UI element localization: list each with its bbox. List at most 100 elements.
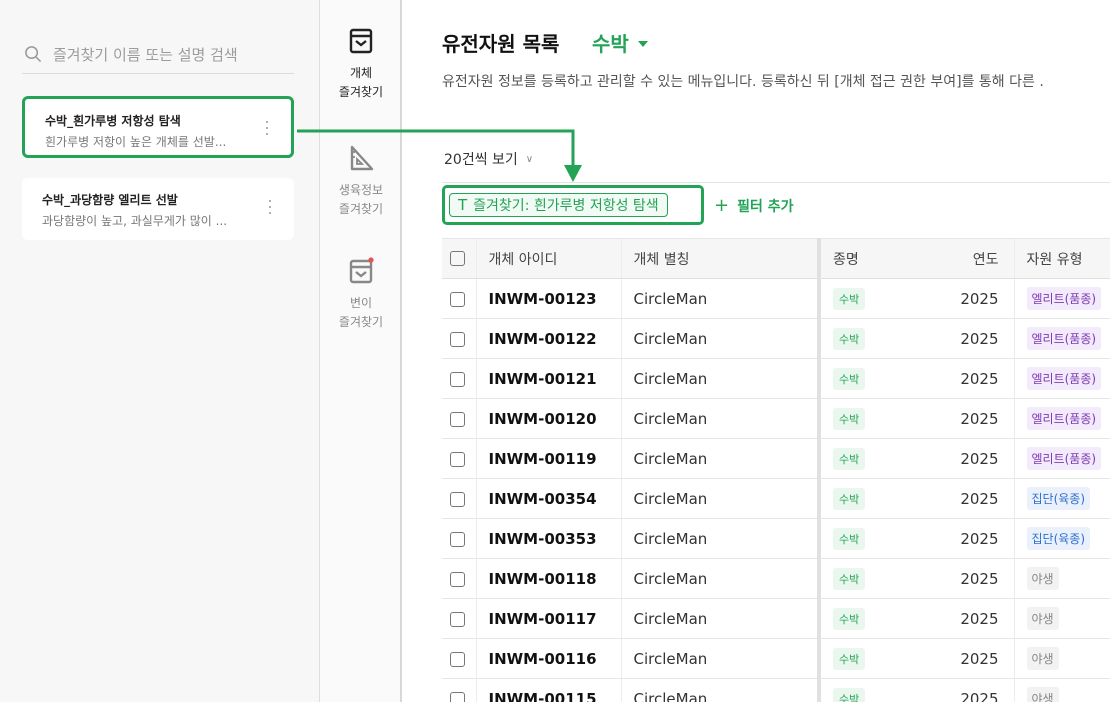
resource-type-tag: 집단(육종) — [1026, 527, 1091, 550]
row-checkbox[interactable] — [442, 318, 477, 359]
table-row[interactable]: INWM-00123 CircleMan 수박 2025 엘리트(품종) — [442, 278, 1110, 319]
cell-year: 2025 — [941, 478, 1015, 519]
cell-id[interactable]: INWM-00122 — [476, 318, 622, 359]
species-tag: 수박 — [833, 607, 866, 630]
species-tag: 수박 — [833, 327, 866, 350]
page-title: 유전자원 목록 — [442, 32, 560, 56]
cell-type: 야생 — [1014, 598, 1110, 639]
cell-year: 2025 — [941, 638, 1015, 679]
divider — [442, 182, 1110, 183]
table-row[interactable]: INWM-00116 CircleMan 수박 2025 야생 — [442, 638, 1110, 679]
row-checkbox[interactable] — [442, 598, 477, 639]
page-size-dropdown[interactable]: 20건씩 보기 ∨ — [444, 149, 533, 169]
cell-alias: CircleMan — [621, 398, 820, 439]
active-filter-highlight: T 즐겨찾기: 흰가루병 저항성 탐색 — [442, 185, 704, 225]
add-filter-button[interactable]: + 필터 추가 — [714, 195, 794, 216]
more-options-icon[interactable] — [268, 200, 272, 216]
table-row[interactable]: INWM-00119 CircleMan 수박 2025 엘리트(품종) — [442, 438, 1110, 479]
row-checkbox[interactable] — [442, 478, 477, 519]
cell-species: 수박 — [817, 398, 941, 439]
cell-species: 수박 — [817, 318, 941, 359]
archive-icon — [349, 28, 373, 54]
favorites-search[interactable] — [22, 36, 294, 74]
resource-type-tag: 엘리트(품종) — [1026, 407, 1102, 430]
table-row[interactable]: INWM-00122 CircleMan 수박 2025 엘리트(품종) — [442, 318, 1110, 359]
row-checkbox[interactable] — [442, 398, 477, 439]
rail-item-growth[interactable]: 생육정보 즐겨찾기 — [320, 143, 402, 219]
table-row[interactable]: INWM-00354 CircleMan 수박 2025 집단(육종) — [442, 478, 1110, 519]
main-content: 유전자원 목록 수박 유전자원 정보를 등록하고 관리할 수 있는 메뉴입니다.… — [402, 0, 1110, 702]
cell-year: 2025 — [941, 518, 1015, 559]
select-all-checkbox[interactable] — [442, 238, 477, 279]
cell-year: 2025 — [941, 598, 1015, 639]
cell-id[interactable]: INWM-00123 — [476, 278, 622, 319]
table-row[interactable]: INWM-00121 CircleMan 수박 2025 엘리트(품종) — [442, 358, 1110, 399]
archive-alert-icon — [349, 257, 374, 284]
table-row[interactable]: INWM-00115 CircleMan 수박 2025 야생 — [442, 678, 1110, 702]
cell-id[interactable]: INWM-00354 — [476, 478, 622, 519]
crop-selector[interactable]: 수박 — [592, 28, 648, 57]
cell-species: 수박 — [817, 518, 941, 559]
cell-type: 집단(육종) — [1014, 478, 1110, 519]
table-row[interactable]: INWM-00353 CircleMan 수박 2025 집단(육종) — [442, 518, 1110, 559]
cell-species: 수박 — [817, 438, 941, 479]
column-header-year[interactable]: 연도 — [941, 238, 1015, 279]
favorite-title: 수박_과당함량 엘리트 선발 — [42, 193, 178, 207]
search-icon — [25, 46, 42, 63]
cell-id[interactable]: INWM-00115 — [476, 678, 622, 702]
rail-label: 생육정보 — [338, 183, 384, 197]
row-checkbox[interactable] — [442, 678, 477, 702]
cell-year: 2025 — [941, 358, 1015, 399]
rail-item-individual[interactable]: 개체 즐겨찾기 — [320, 26, 402, 102]
row-checkbox[interactable] — [442, 358, 477, 399]
favorites-search-input[interactable] — [53, 45, 289, 64]
row-checkbox[interactable] — [442, 278, 477, 319]
cell-alias: CircleMan — [621, 638, 820, 679]
resource-type-tag: 야생 — [1026, 567, 1059, 590]
row-checkbox[interactable] — [442, 518, 477, 559]
cell-alias: CircleMan — [621, 558, 820, 599]
active-filter-chip[interactable]: T 즐겨찾기: 흰가루병 저항성 탐색 — [449, 193, 668, 217]
cell-type: 엘리트(품종) — [1014, 398, 1110, 439]
cell-id[interactable]: INWM-00353 — [476, 518, 622, 559]
text-type-icon: T — [458, 196, 468, 214]
cell-species: 수박 — [817, 558, 941, 599]
species-tag: 수박 — [833, 447, 866, 470]
table-row[interactable]: INWM-00117 CircleMan 수박 2025 야생 — [442, 598, 1110, 639]
favorite-card[interactable]: 수박_과당함량 엘리트 선발 과당함량이 높고, 과실무게가 많이 ... — [22, 178, 294, 240]
favorite-card-active[interactable]: 수박_흰가루병 저항성 탐색 흰가루병 저항이 높은 개체를 선발... — [22, 96, 294, 158]
plus-icon: + — [714, 195, 730, 216]
cell-id[interactable]: INWM-00121 — [476, 358, 622, 399]
column-header-alias[interactable]: 개체 별칭 — [621, 238, 820, 279]
species-tag: 수박 — [833, 527, 866, 550]
table-row[interactable]: INWM-00118 CircleMan 수박 2025 야생 — [442, 558, 1110, 599]
resource-type-tag: 야생 — [1026, 647, 1059, 670]
species-tag: 수박 — [833, 367, 866, 390]
cell-type: 엘리트(품종) — [1014, 438, 1110, 479]
row-checkbox[interactable] — [442, 638, 477, 679]
row-checkbox[interactable] — [442, 438, 477, 479]
column-header-id[interactable]: 개체 아이디 — [476, 238, 622, 279]
cell-type: 집단(육종) — [1014, 518, 1110, 559]
cell-id[interactable]: INWM-00119 — [476, 438, 622, 479]
cell-id[interactable]: INWM-00116 — [476, 638, 622, 679]
cell-alias: CircleMan — [621, 438, 820, 479]
cell-id[interactable]: INWM-00117 — [476, 598, 622, 639]
cell-id[interactable]: INWM-00120 — [476, 398, 622, 439]
species-tag: 수박 — [833, 687, 866, 702]
cell-alias: CircleMan — [621, 318, 820, 359]
resource-type-tag: 엘리트(품종) — [1026, 327, 1102, 350]
row-checkbox[interactable] — [442, 558, 477, 599]
species-tag: 수박 — [833, 647, 866, 670]
cell-id[interactable]: INWM-00118 — [476, 558, 622, 599]
rail-item-variant[interactable]: 변이 즐겨찾기 — [320, 256, 402, 332]
column-header-species[interactable]: 종명 — [817, 238, 941, 279]
favorite-description: 과당함량이 높고, 과실무게가 많이 ... — [42, 214, 228, 228]
cell-species: 수박 — [817, 598, 941, 639]
ruler-triangle-icon — [350, 145, 374, 171]
rail-label: 즐겨찾기 — [338, 85, 384, 99]
more-options-icon[interactable] — [265, 121, 269, 137]
table-row[interactable]: INWM-00120 CircleMan 수박 2025 엘리트(품종) — [442, 398, 1110, 439]
resource-type-tag: 엘리트(품종) — [1026, 287, 1102, 310]
column-header-type[interactable]: 자원 유형 — [1014, 238, 1110, 279]
